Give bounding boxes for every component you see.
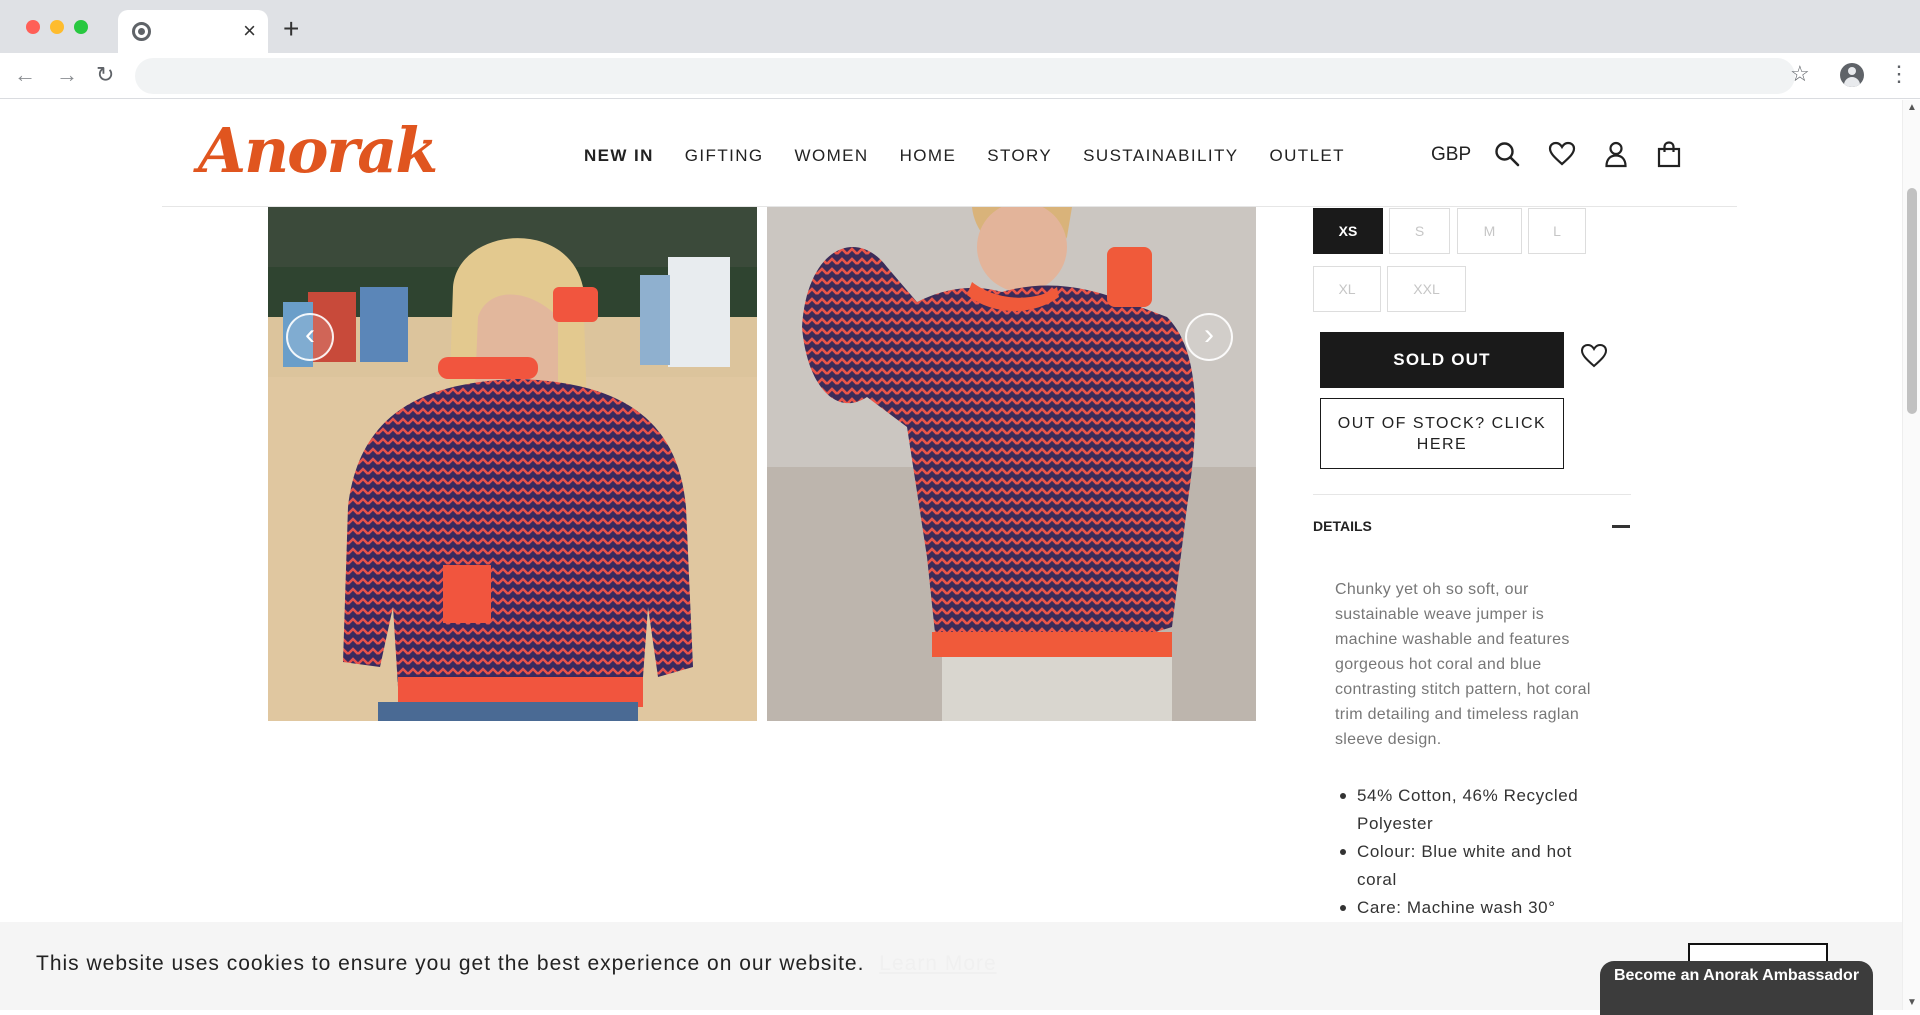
product-details-list: 54% Cotton, 46% Recycled Polyester Colou… <box>1340 782 1617 922</box>
tab-close-icon[interactable]: × <box>243 18 256 44</box>
nav-women[interactable]: WOMEN <box>795 146 869 166</box>
collapse-minus-icon[interactable] <box>1612 525 1630 528</box>
gallery-next-button[interactable]: › <box>1185 313 1233 361</box>
product-image-2[interactable]: › <box>767 207 1256 721</box>
anorak-logo[interactable]: Anorak <box>198 114 438 187</box>
bookmark-star-icon[interactable]: ☆ <box>1790 61 1810 87</box>
wishlist-heart-icon[interactable] <box>1580 342 1608 370</box>
gallery-prev-button[interactable]: ‹ <box>286 313 334 361</box>
browser-toolbar: ← → ↻ ☆ ⋮ <box>0 53 1920 99</box>
nav-new-in[interactable]: NEW IN <box>584 146 654 166</box>
new-tab-button[interactable]: + <box>283 14 299 44</box>
size-xxl-button[interactable]: XXL <box>1387 266 1466 312</box>
product-photo-beach <box>268 207 757 721</box>
scroll-down-arrow-icon[interactable]: ▼ <box>1907 997 1917 1008</box>
main-nav: NEW IN GIFTING WOMEN HOME STORY SUSTAINA… <box>584 146 1345 166</box>
cookie-message-wrap: This website uses cookies to ensure you … <box>36 952 997 976</box>
detail-care: Care: Machine wash 30° <box>1340 894 1617 922</box>
cookie-message: This website uses cookies to ensure you … <box>36 952 865 975</box>
heart-icon[interactable] <box>1548 140 1576 168</box>
browser-menu-icon[interactable]: ⋮ <box>1888 61 1910 87</box>
size-l-button[interactable]: L <box>1528 208 1586 254</box>
details-heading[interactable]: DETAILS <box>1313 518 1372 534</box>
size-m-button[interactable]: M <box>1457 208 1522 254</box>
scroll-up-arrow-icon[interactable]: ▲ <box>1907 102 1917 113</box>
address-bar[interactable] <box>135 58 1795 94</box>
product-image-1[interactable]: ‹ <box>268 207 757 721</box>
size-s-button[interactable]: S <box>1389 208 1450 254</box>
search-icon[interactable] <box>1493 140 1521 168</box>
account-icon[interactable] <box>1602 140 1630 168</box>
chrome-favicon-icon <box>132 22 151 41</box>
page-scrollbar[interactable]: ▲ ▼ <box>1902 100 1920 1010</box>
back-button[interactable]: ← <box>14 62 36 88</box>
nav-sustainability[interactable]: SUSTAINABILITY <box>1083 146 1238 166</box>
currency-selector[interactable]: GBP <box>1431 144 1471 166</box>
nav-outlet[interactable]: OUTLET <box>1269 146 1344 166</box>
ambassador-button[interactable]: Become an Anorak Ambassador <box>1600 961 1873 1015</box>
scroll-thumb[interactable] <box>1907 188 1917 414</box>
browser-tab[interactable]: × <box>118 10 268 53</box>
page-viewport: Anorak NEW IN GIFTING WOMEN HOME STORY S… <box>0 100 1920 1010</box>
details-divider <box>1313 494 1631 495</box>
size-xs-button[interactable]: XS <box>1313 208 1383 254</box>
size-xl-button[interactable]: XL <box>1313 266 1381 312</box>
sold-out-button[interactable]: SOLD OUT <box>1320 332 1564 388</box>
close-window-button[interactable] <box>26 20 40 34</box>
nav-gifting[interactable]: GIFTING <box>685 146 764 166</box>
detail-colour: Colour: Blue white and hot coral <box>1340 838 1617 894</box>
minimize-window-button[interactable] <box>50 20 64 34</box>
browser-tab-bar: × + <box>0 0 1920 53</box>
product-photo-pebbles <box>767 207 1256 721</box>
forward-button[interactable]: → <box>56 62 78 88</box>
reload-button[interactable]: ↻ <box>96 62 114 88</box>
profile-avatar-icon[interactable] <box>1840 63 1864 87</box>
out-of-stock-notify-button[interactable]: OUT OF STOCK? CLICK HERE <box>1320 398 1564 469</box>
product-description: Chunky yet oh so soft, our sustainable w… <box>1335 581 1591 748</box>
nav-home[interactable]: HOME <box>900 146 957 166</box>
site-header: Anorak NEW IN GIFTING WOMEN HOME STORY S… <box>162 100 1737 207</box>
learn-more-link[interactable]: Learn More <box>879 952 996 975</box>
detail-composition: 54% Cotton, 46% Recycled Polyester <box>1340 782 1617 838</box>
maximize-window-button[interactable] <box>74 20 88 34</box>
nav-story[interactable]: STORY <box>987 146 1052 166</box>
shopping-bag-icon[interactable] <box>1655 140 1683 168</box>
